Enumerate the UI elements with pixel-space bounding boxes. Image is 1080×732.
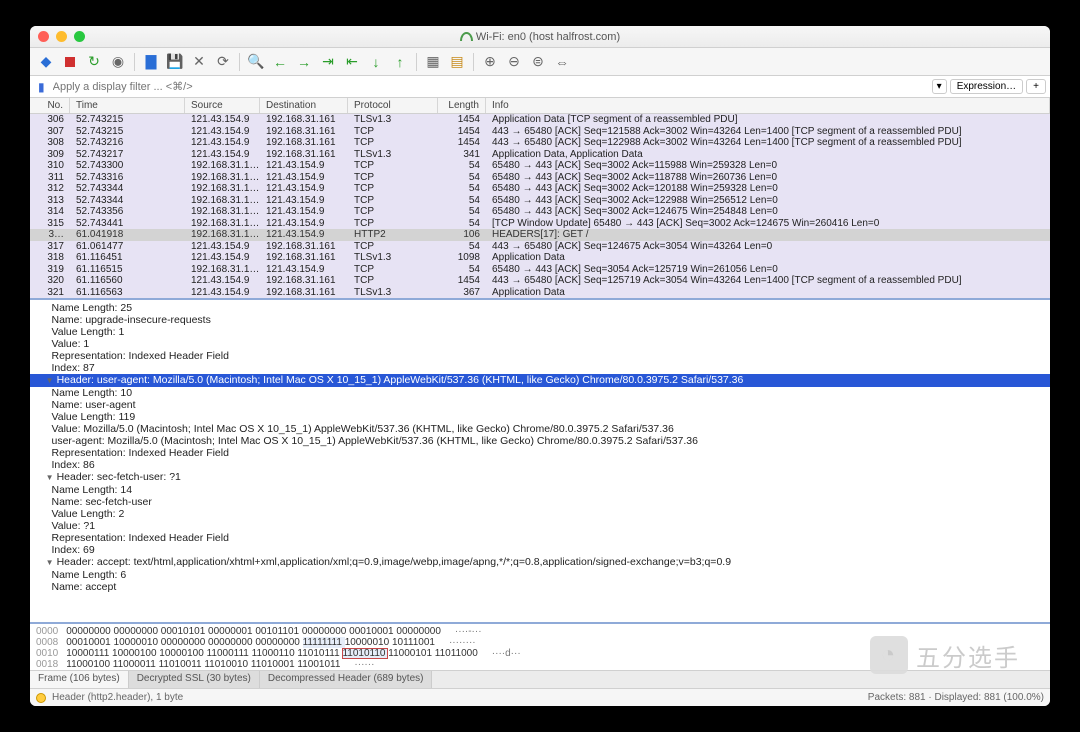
detail-line[interactable]: Index: 69	[30, 544, 1050, 556]
byte-tab[interactable]: Frame (106 bytes)	[30, 671, 129, 688]
reload-icon[interactable]: ⟳	[213, 52, 233, 72]
detail-line[interactable]: user-agent: Mozilla/5.0 (Macintosh; Inte…	[30, 435, 1050, 447]
prev-icon[interactable]: ←	[270, 52, 290, 72]
zoom-out-icon[interactable]: ⊖	[504, 52, 524, 72]
col-src[interactable]: Source	[185, 98, 260, 113]
packet-list-header[interactable]: No. Time Source Destination Protocol Len…	[30, 98, 1050, 114]
detail-line[interactable]: Value: Mozilla/5.0 (Macintosh; Intel Mac…	[30, 423, 1050, 435]
next-icon[interactable]: →	[294, 52, 314, 72]
expert-info-icon[interactable]	[36, 693, 46, 703]
detail-line[interactable]: Name: upgrade-insecure-requests	[30, 314, 1050, 326]
table-row[interactable]: 31552.743441192.168.31.1…121.43.154.9TCP…	[30, 218, 1050, 230]
options-icon[interactable]: ◉	[108, 52, 128, 72]
table-row[interactable]: 31252.743344192.168.31.1…121.43.154.9TCP…	[30, 183, 1050, 195]
restart-icon[interactable]: ↻	[84, 52, 104, 72]
window-title: Wi-Fi: en0 (host halfrost.com)	[30, 31, 1050, 43]
table-row[interactable]: 30652.743215121.43.154.9192.168.31.161TL…	[30, 114, 1050, 126]
zoom-reset-icon[interactable]: ⊜	[528, 52, 548, 72]
packet-count: Packets: 881 · Displayed: 881 (100.0%)	[868, 692, 1044, 703]
detail-line[interactable]: Name Length: 14	[30, 484, 1050, 496]
titlebar: Wi-Fi: en0 (host halfrost.com)	[30, 26, 1050, 48]
colorize-icon[interactable]: ▤	[447, 52, 467, 72]
zoom-in-icon[interactable]: ⊕	[480, 52, 500, 72]
col-len[interactable]: Length	[438, 98, 486, 113]
last-icon[interactable]: ↑	[390, 52, 410, 72]
toolbar: ◆ ↻ ◉ ▇ 💾 ✕ ⟳ 🔍 ← → ⇥ ⇤ ↓ ↑ ▦ ▤ ⊕ ⊖ ⊜ ⇔	[30, 48, 1050, 76]
detail-line[interactable]: Name: accept	[30, 581, 1050, 593]
detail-line[interactable]: Value: ?1	[30, 520, 1050, 532]
table-row[interactable]: 31761.061477121.43.154.9192.168.31.161TC…	[30, 241, 1050, 253]
detail-line[interactable]: Header: user-agent: Mozilla/5.0 (Macinto…	[30, 374, 1050, 387]
table-row[interactable]: 31352.743344192.168.31.1…121.43.154.9TCP…	[30, 195, 1050, 207]
packet-list[interactable]: No. Time Source Destination Protocol Len…	[30, 98, 1050, 298]
packet-details[interactable]: Name Length: 25 Name: upgrade-insecure-r…	[30, 298, 1050, 622]
detail-line[interactable]: Representation: Indexed Header Field	[30, 350, 1050, 362]
table-row[interactable]: 31861.116451121.43.154.9192.168.31.161TL…	[30, 252, 1050, 264]
watermark: ◔ 五分选手	[870, 636, 1020, 674]
col-time[interactable]: Time	[70, 98, 185, 113]
table-row[interactable]: 31152.743316192.168.31.1…121.43.154.9TCP…	[30, 172, 1050, 184]
find-icon[interactable]: 🔍	[246, 52, 266, 72]
display-filter-input[interactable]	[49, 79, 932, 95]
detail-line[interactable]: Index: 86	[30, 459, 1050, 471]
autoscroll-icon[interactable]: ▦	[423, 52, 443, 72]
col-no[interactable]: No.	[30, 98, 70, 113]
history-dropdown[interactable]: ▾	[932, 79, 947, 94]
stop-icon[interactable]	[60, 52, 80, 72]
table-row[interactable]: 30852.743216121.43.154.9192.168.31.161TC…	[30, 137, 1050, 149]
table-row[interactable]: 32161.116563121.43.154.9192.168.31.161TL…	[30, 287, 1050, 299]
detail-line[interactable]: Value Length: 119	[30, 411, 1050, 423]
detail-line[interactable]: Name Length: 10	[30, 387, 1050, 399]
detail-line[interactable]: Header: accept: text/html,application/xh…	[30, 556, 1050, 569]
statusbar: Header (http2.header), 1 byte Packets: 8…	[30, 688, 1050, 706]
table-row[interactable]: 32061.116560121.43.154.9192.168.31.161TC…	[30, 275, 1050, 287]
first-icon[interactable]: ↓	[366, 52, 386, 72]
table-row[interactable]: 31052.743300192.168.31.1…121.43.154.9TCP…	[30, 160, 1050, 172]
table-row[interactable]: 31961.116515192.168.31.1…121.43.154.9TCP…	[30, 264, 1050, 276]
detail-line[interactable]: Name Length: 25	[30, 302, 1050, 314]
byte-tab[interactable]: Decrypted SSL (30 bytes)	[129, 671, 260, 688]
detail-line[interactable]: Representation: Indexed Header Field	[30, 532, 1050, 544]
detail-line[interactable]: Name: sec-fetch-user	[30, 496, 1050, 508]
col-proto[interactable]: Protocol	[348, 98, 438, 113]
expression-button[interactable]: Expression…	[950, 79, 1023, 94]
resize-icon[interactable]: ⇔	[552, 52, 572, 72]
detail-line[interactable]: Name: user-agent	[30, 399, 1050, 411]
table-row[interactable]: 30952.743217121.43.154.9192.168.31.161TL…	[30, 149, 1050, 161]
col-info[interactable]: Info	[486, 98, 1050, 113]
detail-line[interactable]: Header: sec-fetch-user: ?1	[30, 471, 1050, 484]
add-filter-button[interactable]: +	[1026, 79, 1046, 94]
filter-row: ▮ ▾ Expression… +	[30, 76, 1050, 98]
detail-line[interactable]: Value Length: 1	[30, 326, 1050, 338]
table-row[interactable]: 30752.743215121.43.154.9192.168.31.161TC…	[30, 126, 1050, 138]
wifi-icon	[460, 32, 473, 41]
folder-icon[interactable]: ▇	[141, 52, 161, 72]
detail-line[interactable]: Representation: Indexed Header Field	[30, 447, 1050, 459]
status-text: Header (http2.header), 1 byte	[52, 692, 183, 703]
detail-line[interactable]: Value: 1	[30, 338, 1050, 350]
watermark-icon: ◔	[870, 636, 908, 674]
goto-icon[interactable]: ⇤	[342, 52, 362, 72]
table-row[interactable]: 3…61.041918192.168.31.1…121.43.154.9HTTP…	[30, 229, 1050, 241]
detail-line[interactable]: Value Length: 2	[30, 508, 1050, 520]
table-row[interactable]: 31452.743356192.168.31.1…121.43.154.9TCP…	[30, 206, 1050, 218]
close-file-icon[interactable]: ✕	[189, 52, 209, 72]
open-icon[interactable]: ◆	[36, 52, 56, 72]
wireshark-window: Wi-Fi: en0 (host halfrost.com) ◆ ↻ ◉ ▇ 💾…	[30, 26, 1050, 706]
detail-line[interactable]: Name Length: 6	[30, 569, 1050, 581]
col-dst[interactable]: Destination	[260, 98, 348, 113]
detail-line[interactable]: Index: 87	[30, 362, 1050, 374]
byte-tab[interactable]: Decompressed Header (689 bytes)	[260, 671, 433, 688]
bookmark-icon[interactable]: ▮	[34, 80, 49, 94]
jump-icon[interactable]: ⇥	[318, 52, 338, 72]
save-icon[interactable]: 💾	[165, 52, 185, 72]
